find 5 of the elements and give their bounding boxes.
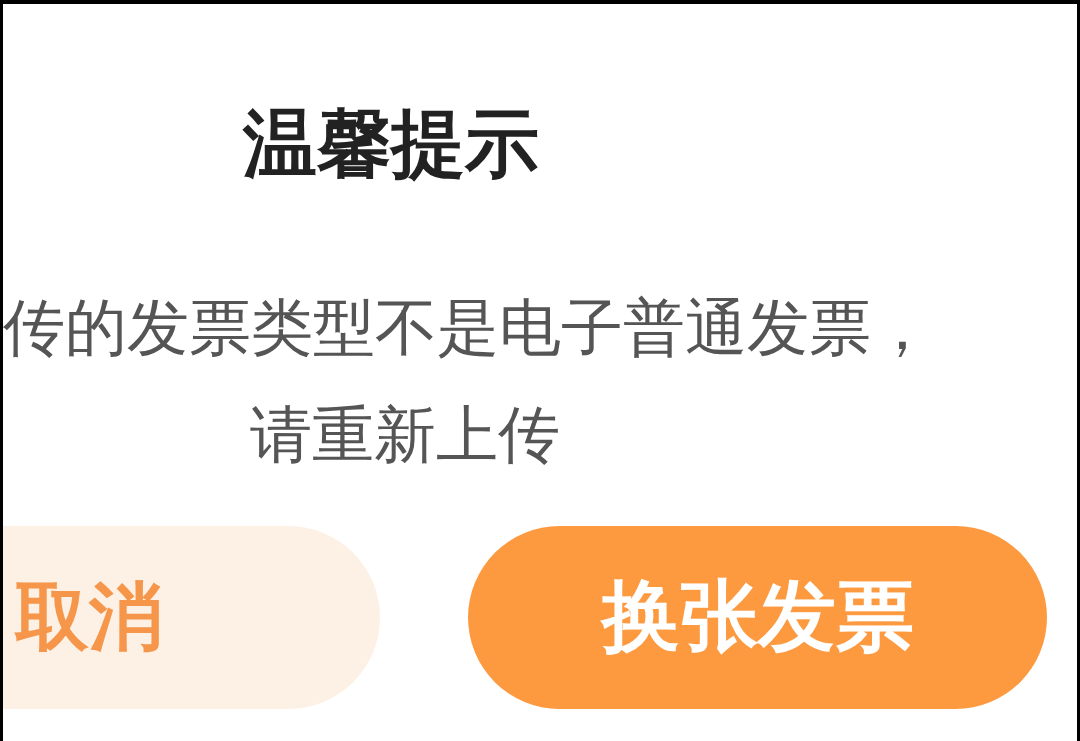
dialog-title: 温馨提示 — [243, 99, 540, 188]
dialog-message: 请重新上传 — [250, 397, 561, 473]
confirm-button[interactable]: 换张发票 — [468, 526, 1047, 709]
cancel-button[interactable]: 取消 — [3, 526, 380, 709]
dialog-message: 传的发票类型不是电子普通发票， — [3, 290, 934, 366]
